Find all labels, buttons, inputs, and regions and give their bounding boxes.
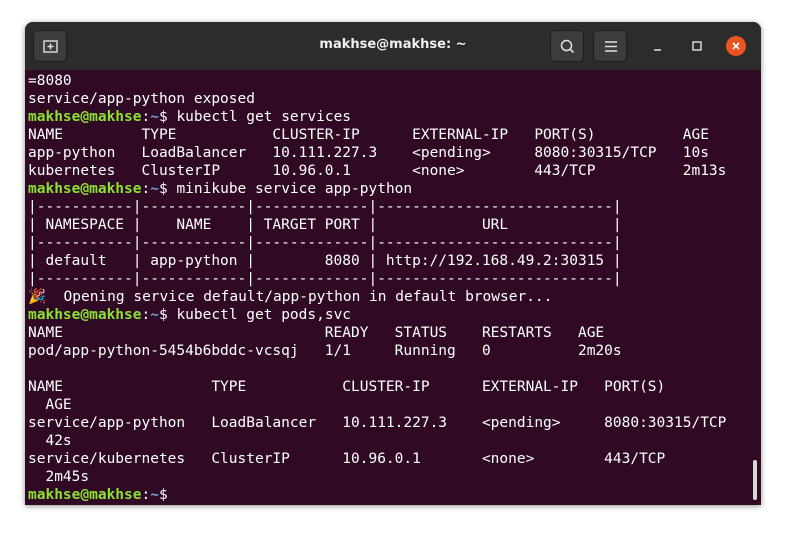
prompt-dollar: $ xyxy=(158,487,177,503)
output-line: service/app-python exposed xyxy=(28,91,255,107)
output-line: app-python LoadBalancer 10.111.227.3 <pe… xyxy=(28,145,709,161)
scrollbar-thumb[interactable] xyxy=(753,460,757,500)
output-line: | NAMESPACE | NAME | TARGET PORT | URL | xyxy=(28,217,622,233)
prompt-dollar: $ xyxy=(158,307,177,323)
prompt-path: ~ xyxy=(150,109,159,125)
output-line: AGE xyxy=(28,397,72,413)
output-line: NAME TYPE CLUSTER-IP EXTERNAL-IP PORT(S) xyxy=(28,379,666,395)
search-button[interactable] xyxy=(550,30,584,62)
hamburger-menu-icon xyxy=(605,41,617,52)
minimize-icon xyxy=(654,49,661,51)
prompt-path: ~ xyxy=(150,307,159,323)
prompt-separator: : xyxy=(141,181,151,197)
prompt-user: makhse@makhse xyxy=(28,487,142,503)
prompt-separator: : xyxy=(141,109,151,125)
output-line: NAME READY STATUS RESTARTS AGE xyxy=(28,325,605,341)
output-line: kubernetes ClusterIP 10.96.0.1 <none> 44… xyxy=(28,163,727,179)
close-icon xyxy=(732,42,740,50)
output-line: |-----------|------------|-------------|… xyxy=(28,235,622,251)
terminal-window: makhse@makhse: ~ =8080 service/app-pytho… xyxy=(25,22,761,505)
output-line: | default | app-python | 8080 | http://1… xyxy=(28,253,622,269)
prompt-dollar: $ xyxy=(158,109,177,125)
maximize-button[interactable] xyxy=(687,36,707,56)
prompt-dollar: $ xyxy=(158,181,177,197)
output-line: |-----------|------------|-------------|… xyxy=(28,199,622,215)
prompt-user: makhse@makhse xyxy=(28,181,142,197)
output-line: service/kubernetes ClusterIP 10.96.0.1 <… xyxy=(28,451,666,467)
terminal-output[interactable]: =8080 service/app-python exposed makhse@ma… xyxy=(25,70,761,505)
prompt-line: makhse@makhse:~$ kubectl get pods,svc xyxy=(28,306,726,324)
command-text: kubectl get pods,svc xyxy=(176,307,352,323)
close-button[interactable] xyxy=(726,36,746,56)
prompt-separator: : xyxy=(141,487,151,503)
command-text: minikube service app-python xyxy=(176,181,413,197)
prompt-separator: : xyxy=(141,307,151,323)
output-line: 2m45s xyxy=(28,469,90,485)
prompt-path: ~ xyxy=(150,181,159,197)
minimize-button[interactable] xyxy=(648,36,668,56)
output-line: =8080 xyxy=(28,73,72,89)
prompt-line: makhse@makhse:~$ kubectl get services xyxy=(28,108,726,126)
prompt-user: makhse@makhse xyxy=(28,109,142,125)
prompt-user: makhse@makhse xyxy=(28,307,142,323)
output-line: |-----------|------------|-------------|… xyxy=(28,271,622,287)
terminal-lines: =8080 service/app-python exposed makhse@ma… xyxy=(28,72,726,504)
output-line: pod/app-python-5454b6bddc-vcsqj 1/1 Runn… xyxy=(28,343,622,359)
title-bar[interactable]: makhse@makhse: ~ xyxy=(25,22,761,70)
prompt-line: makhse@makhse:~$ xyxy=(28,486,726,504)
maximize-icon xyxy=(692,41,702,51)
output-line: service/app-python LoadBalancer 10.111.2… xyxy=(28,415,727,431)
output-line: NAME TYPE CLUSTER-IP EXTERNAL-IP PORT(S)… xyxy=(28,127,709,143)
prompt-path: ~ xyxy=(150,487,159,503)
output-line: 🎉 Opening service default/app-python in … xyxy=(28,289,553,305)
command-text: kubectl get services xyxy=(176,109,352,125)
menu-button[interactable] xyxy=(593,30,627,62)
search-icon xyxy=(560,39,575,54)
output-line: 42s xyxy=(28,433,72,449)
prompt-line: makhse@makhse:~$ minikube service app-py… xyxy=(28,180,726,198)
